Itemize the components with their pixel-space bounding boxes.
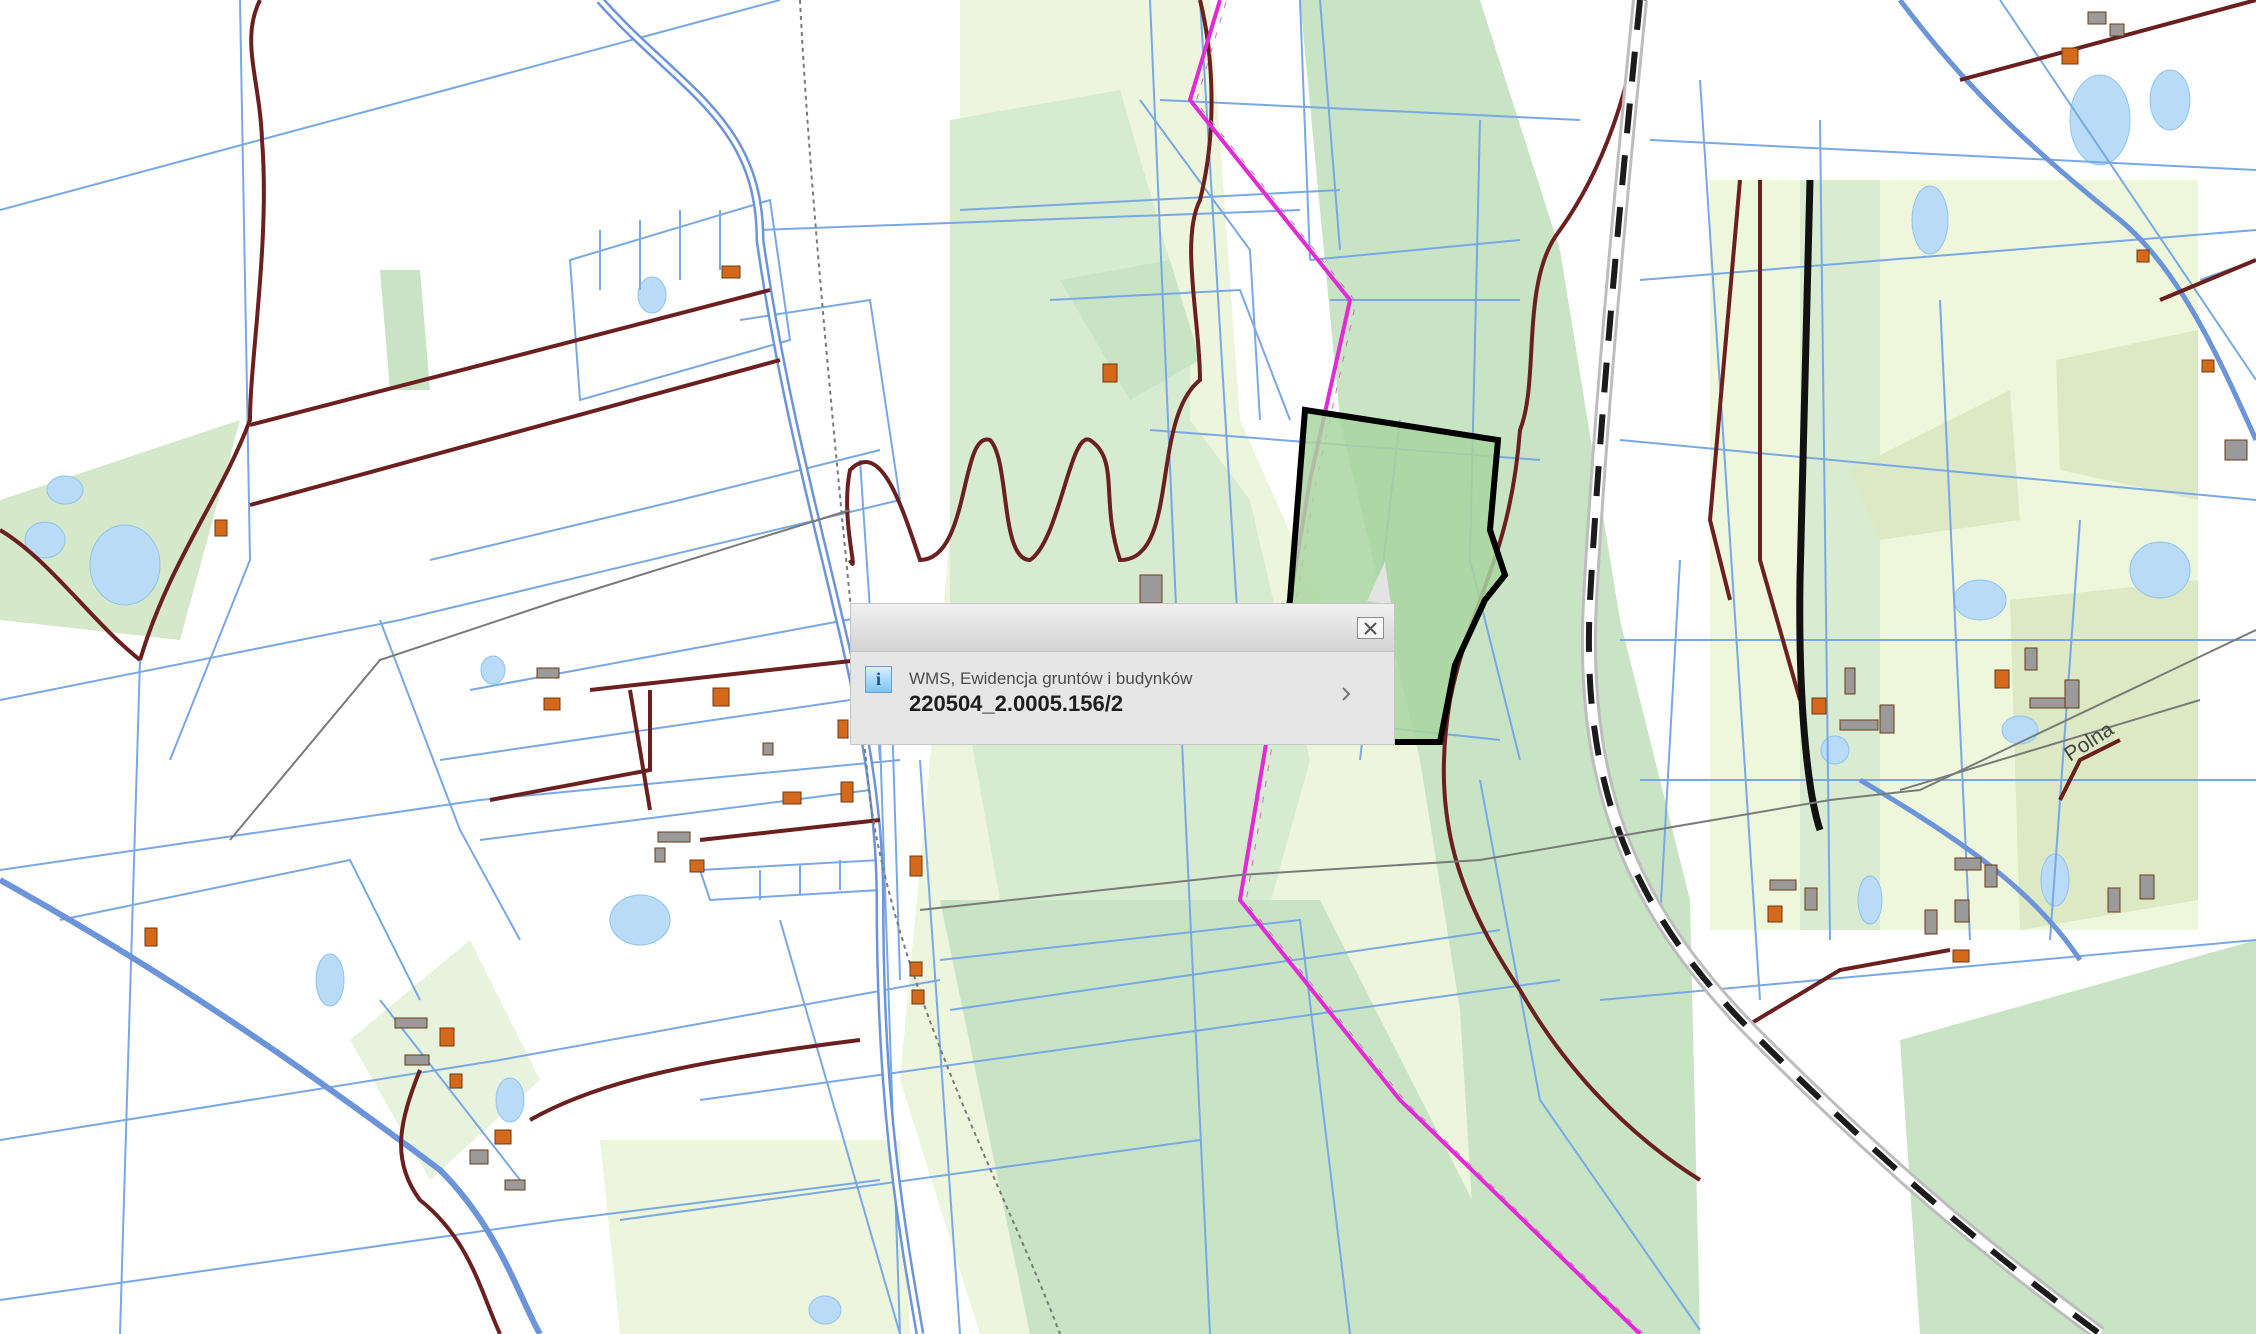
chevron-right-icon[interactable] (1337, 685, 1355, 703)
info-icon: i (865, 666, 892, 693)
close-button[interactable] (1357, 617, 1384, 639)
popup-layer-name: WMS, Ewidencja gruntów i budynków (909, 669, 1193, 688)
popup-header (850, 603, 1395, 652)
popup-feature-id: 220504_2.0005.156/2 (909, 691, 1124, 716)
close-icon (1364, 621, 1377, 635)
popup-frame: i WMS, Ewidencja gruntów i budynków 2205… (850, 603, 1395, 745)
feature-info-popup: i WMS, Ewidencja gruntów i budynków 2205… (850, 559, 1397, 745)
